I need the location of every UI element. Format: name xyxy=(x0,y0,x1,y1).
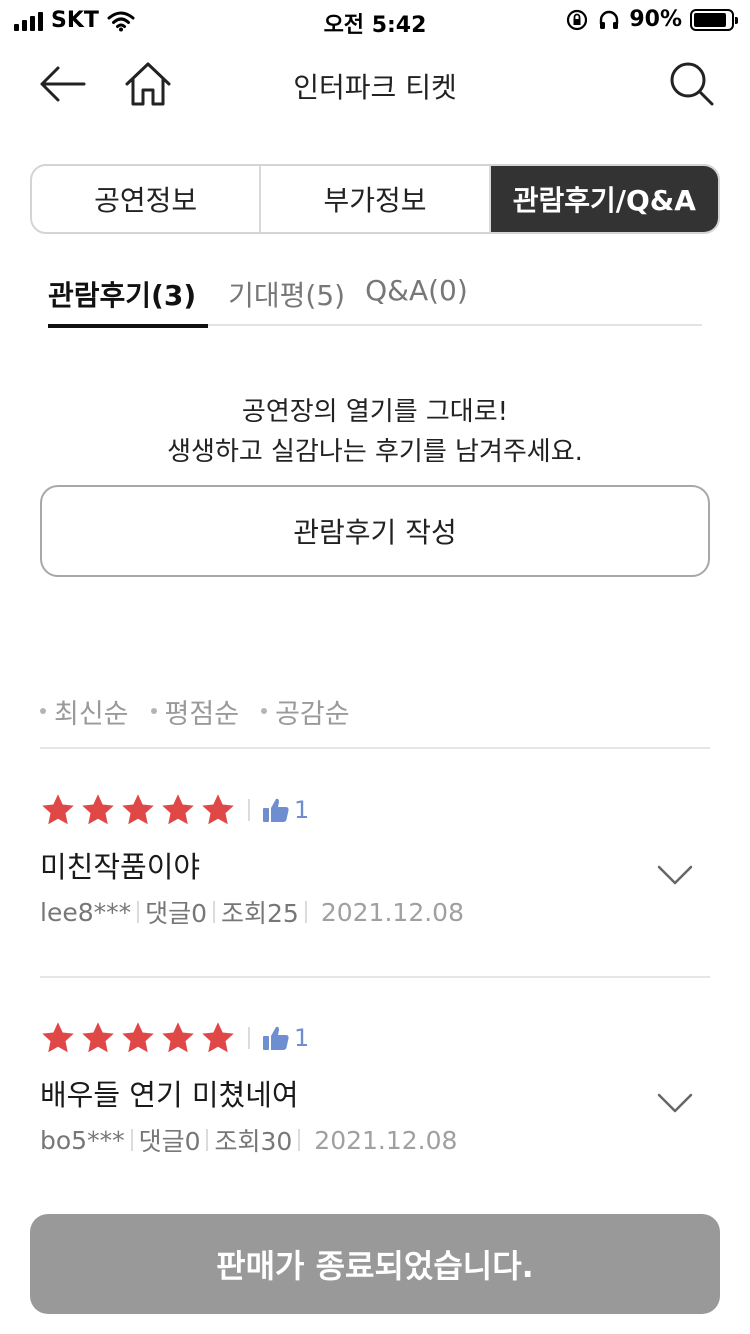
sort-bar: 최신순 평점순 공감순 xyxy=(40,692,710,749)
chevron-down-icon[interactable] xyxy=(656,860,694,890)
prompt-line-2: 생생하고 실감나는 후기를 남겨주세요. xyxy=(167,437,583,467)
headphones-icon xyxy=(600,10,619,29)
star-icon xyxy=(82,794,114,825)
star-rating xyxy=(40,792,236,828)
tab-additional-info[interactable]: 부가정보 xyxy=(261,166,491,232)
battery-icon xyxy=(690,8,738,31)
thumbs-up-icon xyxy=(263,798,289,822)
review-title: 배우들 연기 미쳤네여 xyxy=(40,1078,299,1112)
sub-tabs: 관람후기(3) 기대평(5) Q&A(0) xyxy=(48,262,702,328)
sale-ended-button: 판매가 종료되었습니다. xyxy=(30,1214,720,1314)
like-button[interactable]: 1 xyxy=(262,796,309,824)
review-user: lee8*** xyxy=(40,897,132,927)
battery-percent: 90% xyxy=(629,7,682,32)
rating-row: 1 xyxy=(40,790,710,830)
star-rating xyxy=(40,1020,236,1056)
star-icon xyxy=(42,794,74,825)
star-icon xyxy=(122,1022,154,1053)
review-date: 2021.12.08 xyxy=(314,1125,458,1155)
tab-reviews-qna[interactable]: 관람후기/Q&A xyxy=(490,166,718,232)
like-button[interactable]: 1 xyxy=(262,1024,309,1052)
review-item[interactable]: 1 배우들 연기 미쳤네여 bo5*** 댓글0 조회30 2021.12.08 xyxy=(40,1018,710,1168)
divider xyxy=(248,799,250,821)
chevron-down-icon[interactable] xyxy=(656,1088,694,1118)
divider xyxy=(213,901,216,923)
divider xyxy=(130,1129,133,1151)
search-button[interactable] xyxy=(664,56,720,112)
subtab-reviews[interactable]: 관람후기(3) xyxy=(48,262,209,328)
divider xyxy=(304,901,307,923)
review-title: 미친작품이야 xyxy=(40,850,201,884)
sort-rating[interactable]: 평점순 xyxy=(150,692,240,747)
divider xyxy=(248,1027,250,1049)
divider xyxy=(298,1129,301,1151)
prompt-line-1: 공연장의 열기를 그대로! xyxy=(241,397,509,427)
sort-latest[interactable]: 최신순 xyxy=(40,692,129,747)
page-title: 인터파크 티켓 xyxy=(293,71,457,104)
bullet-icon xyxy=(261,708,268,714)
star-icon xyxy=(82,1022,114,1053)
star-icon xyxy=(202,1022,234,1053)
review-user: bo5*** xyxy=(40,1125,125,1155)
subtab-qna[interactable]: Q&A(0) xyxy=(365,262,468,326)
star-icon xyxy=(202,794,234,825)
main-tabs: 공연정보 부가정보 관람후기/Q&A xyxy=(30,164,720,234)
rating-row: 1 xyxy=(40,1018,710,1058)
review-meta: bo5*** 댓글0 조회30 2021.12.08 xyxy=(40,1122,710,1158)
star-icon xyxy=(162,794,194,825)
star-icon xyxy=(122,794,154,825)
star-icon xyxy=(42,1022,74,1053)
status-bar: SKT 오전 5:42 90% xyxy=(0,0,750,40)
write-review-button[interactable]: 관람후기 작성 xyxy=(40,485,710,577)
subtab-expectations[interactable]: 기대평(5) xyxy=(228,262,345,326)
like-count: 1 xyxy=(294,1024,310,1052)
divider xyxy=(206,1129,209,1151)
bullet-icon xyxy=(150,708,157,714)
bullet-icon xyxy=(40,708,46,714)
sort-label: 공감순 xyxy=(275,699,350,730)
status-right: 90% xyxy=(565,7,738,32)
divider xyxy=(137,901,140,923)
app-header: 인터파크 티켓 xyxy=(0,48,750,118)
review-views: 조회25 xyxy=(221,899,299,928)
review-prompt: 공연장의 열기를 그대로! 생생하고 실감나는 후기를 남겨주세요. xyxy=(0,392,750,472)
review-date: 2021.12.08 xyxy=(320,897,464,927)
search-icon xyxy=(670,62,714,106)
review-comments: 댓글0 xyxy=(138,1127,201,1156)
review-views: 조회30 xyxy=(214,1127,293,1156)
review-item[interactable]: 1 미친작품이야 lee8*** 댓글0 조회25 2021.12.08 xyxy=(40,790,710,978)
sort-label: 최신순 xyxy=(54,699,129,730)
review-comments: 댓글0 xyxy=(145,899,208,928)
orientation-lock-icon xyxy=(567,9,588,30)
sort-likes[interactable]: 공감순 xyxy=(261,692,350,747)
star-icon xyxy=(162,1022,194,1053)
thumbs-up-icon xyxy=(263,1026,289,1050)
review-meta: lee8*** 댓글0 조회25 2021.12.08 xyxy=(40,894,710,930)
sort-label: 평점순 xyxy=(164,699,240,730)
like-count: 1 xyxy=(294,796,310,824)
tab-performance-info[interactable]: 공연정보 xyxy=(32,166,262,232)
